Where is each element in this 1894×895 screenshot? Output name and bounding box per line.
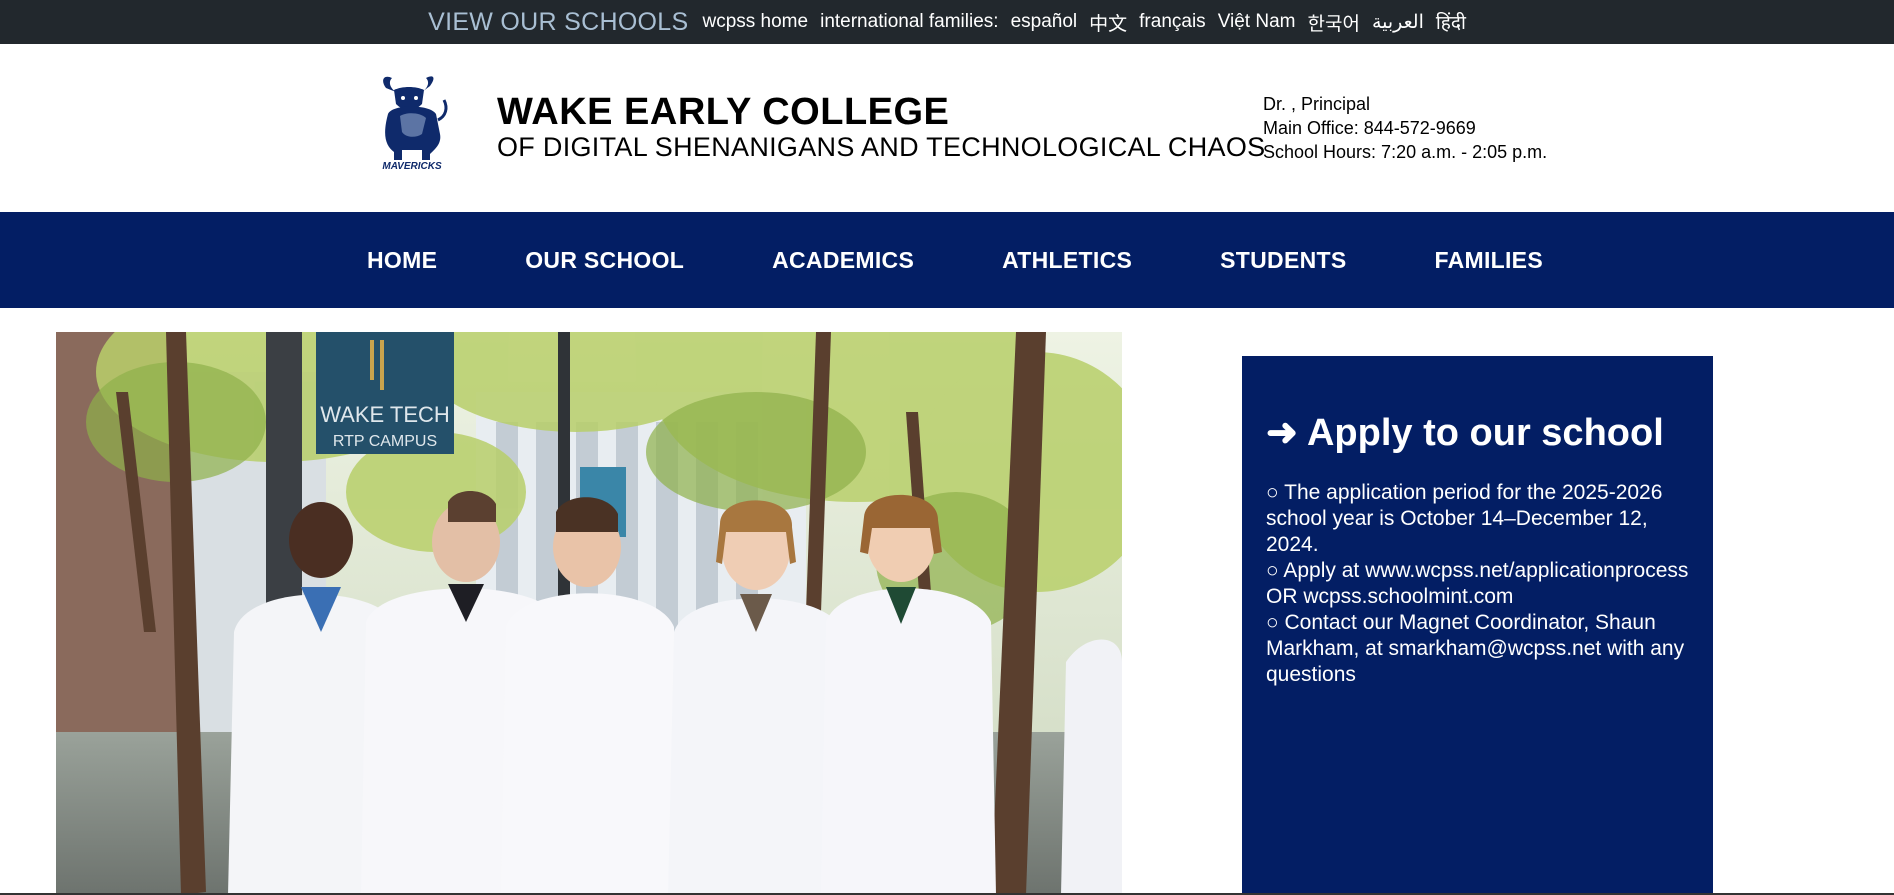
maverick-bull-icon: MAVERICKS bbox=[382, 76, 448, 172]
language-link-arabic[interactable]: العربية bbox=[1372, 11, 1424, 34]
banner-line1: WAKE TECH bbox=[320, 402, 450, 427]
school-name-line2: OF DIGITAL SHENANIGANS AND TECHNOLOGICAL… bbox=[497, 132, 1266, 162]
apply-item-links[interactable]: ○ Apply at www.wcpss.net/applicationproc… bbox=[1266, 558, 1689, 610]
apply-item-period: ○ The application period for the 2025-20… bbox=[1266, 481, 1663, 556]
nav-item-academics[interactable]: ACADEMICS bbox=[756, 247, 914, 274]
language-link-french[interactable]: français bbox=[1139, 11, 1206, 33]
nav-item-home[interactable]: HOME bbox=[351, 247, 437, 274]
utility-bar: VIEW OUR SCHOOLS wcpss home internationa… bbox=[0, 0, 1894, 44]
international-families-label: international families: bbox=[820, 11, 999, 32]
main-office-phone[interactable]: Main Office: 844-572-9669 bbox=[1263, 116, 1547, 140]
banner-line2: RTP CAMPUS bbox=[333, 433, 437, 450]
main-nav: HOME OUR SCHOOL ACADEMICS ATHLETICS STUD… bbox=[0, 212, 1894, 308]
apply-heading[interactable]: ➜ Apply to our school bbox=[1266, 412, 1689, 454]
school-hours-text: School Hours: 7:20 a.m. - 2:05 p.m. bbox=[1263, 142, 1548, 162]
nav-item-our-school[interactable]: OUR SCHOOL bbox=[509, 247, 684, 274]
hero-photo: WAKE TECH RTP CAMPUS bbox=[56, 332, 1122, 895]
principal-text: Dr. , Principal bbox=[1263, 94, 1371, 114]
language-link-korean[interactable]: 한국어 bbox=[1307, 9, 1359, 36]
view-our-schools-link[interactable]: VIEW OUR SCHOOLS bbox=[428, 8, 688, 37]
language-link-vietnamese[interactable]: Việt Nam bbox=[1218, 11, 1296, 33]
nav-item-athletics[interactable]: ATHLETICS bbox=[986, 247, 1132, 274]
school-name-line1: WAKE EARLY COLLEGE bbox=[497, 91, 950, 133]
site-header: MAVERICKS WAKE EARLY COLLEGE OF DIGITAL … bbox=[0, 44, 1894, 212]
logo-wordmark: MAVERICKS bbox=[382, 161, 442, 170]
wcpss-home-link[interactable]: wcpss home bbox=[702, 11, 808, 33]
language-link-chinese[interactable]: 中文 bbox=[1089, 9, 1127, 36]
nav-item-families[interactable]: FAMILIES bbox=[1419, 247, 1543, 274]
school-logo[interactable]: MAVERICKS bbox=[372, 74, 452, 172]
apply-item-contact[interactable]: ○ Contact our Magnet Coordinator, Shaun … bbox=[1266, 610, 1689, 688]
apply-card: ➜ Apply to our school ○ The application … bbox=[1242, 356, 1713, 895]
students-photo: WAKE TECH RTP CAMPUS bbox=[56, 332, 1122, 895]
school-contact-info: Dr. , Principal Main Office: 844-572-966… bbox=[1263, 92, 1547, 164]
nav-item-students[interactable]: STUDENTS bbox=[1204, 247, 1346, 274]
language-link-espanol[interactable]: español bbox=[1011, 11, 1078, 33]
school-name[interactable]: WAKE EARLY COLLEGE OF DIGITAL SHENANIGAN… bbox=[497, 92, 1265, 162]
language-link-hindi[interactable]: हिंदी bbox=[1436, 9, 1466, 35]
